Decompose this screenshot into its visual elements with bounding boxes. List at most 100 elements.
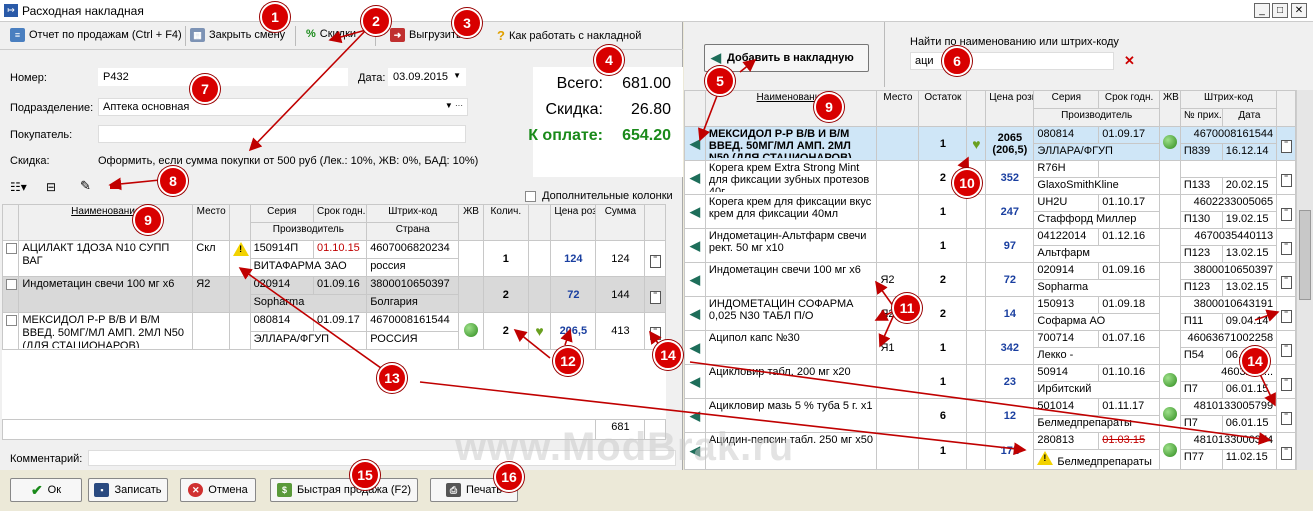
item-qty[interactable]: 2 [482, 276, 529, 313]
table-row[interactable]: ◀ МЕКСИДОЛ Р-Р В/В И В/М ВВЕД. 50МГ/МЛ АМ… [684, 126, 1296, 161]
place-column-header[interactable]: Место [876, 90, 920, 127]
sum-column-header[interactable]: Сумма [595, 204, 646, 241]
name-column-header[interactable]: Наименование [18, 204, 194, 241]
details-icon[interactable]: ≡ [1280, 173, 1292, 187]
add-arrow-icon[interactable]: ◀ [690, 170, 700, 186]
details-icon[interactable]: ≡ [1280, 343, 1292, 357]
callout-3: 3 [452, 8, 482, 38]
layout-icon[interactable]: ⊟ [46, 180, 56, 194]
extra-columns-checkbox[interactable] [525, 190, 536, 202]
table-row[interactable]: АЦИЛАКТ 1ДОЗА N10 СУПП ВАГ Скл ! 150914П… [1, 240, 666, 277]
table-row[interactable]: ◀ Ацикловир мазь 5 % туба 5 г. х1 6 12 50101… [684, 398, 1296, 433]
remove-icon[interactable] [110, 185, 119, 189]
table-row[interactable]: Индометацин свечи 100 мг х6 Я2 020914 01… [1, 276, 666, 313]
item-qty[interactable]: 1 [482, 240, 529, 277]
catalog-panel: ◀ Добавить в накладную Найти по наименов… [684, 22, 1313, 470]
column-chooser-icon[interactable]: ☷▾ [10, 180, 27, 194]
manufacturer-column-header[interactable]: Производитель [249, 222, 368, 241]
buyer-field[interactable] [98, 125, 466, 143]
name-column-header[interactable]: Наименование [704, 90, 878, 127]
zhv-column-header[interactable]: ЖВ [1158, 90, 1181, 127]
item-place: Я2 [876, 262, 920, 297]
extra-columns-toggle[interactable]: Дополнительные колонки [525, 190, 673, 202]
table-row[interactable]: ◀ Корега крем Extra Strong Mint для фикса… [684, 160, 1296, 195]
row-checkbox[interactable] [6, 242, 17, 254]
barcode-column-header[interactable]: Штрих-код [366, 204, 460, 223]
maximize-button[interactable]: □ [1272, 3, 1288, 18]
cancel-icon: ✕ [188, 483, 204, 497]
quick-sale-button[interactable]: $ Быстрая продажа (F2) [270, 478, 418, 502]
details-icon[interactable]: ≡ [1280, 241, 1292, 255]
export-button[interactable]: ➜ Выгрузить [390, 28, 462, 42]
save-button[interactable]: ▪ Записать [88, 478, 168, 502]
barcode-column-header[interactable]: Штрих-код [1179, 90, 1278, 109]
close-window-button[interactable]: ✕ [1291, 3, 1307, 18]
details-icon[interactable]: ≡ [649, 254, 661, 268]
add-arrow-icon[interactable]: ◀ [690, 374, 700, 390]
discounts-button[interactable]: % Скидки [306, 28, 356, 40]
details-icon[interactable]: ≡ [1280, 377, 1292, 391]
series-column-header[interactable]: Серия [249, 204, 314, 223]
table-row[interactable]: ◀ Индометацин свечи 100 мг х6 Я2 2 72 020914 0… [684, 262, 1296, 297]
add-arrow-icon[interactable]: ◀ [690, 306, 700, 322]
stock-column-header[interactable]: Остаток [918, 90, 968, 127]
vertical-scrollbar[interactable] [1296, 90, 1313, 470]
chevron-down-icon[interactable]: ▼ ··· [445, 101, 463, 110]
sales-report-button[interactable]: ≡ Отчет по продажам (Ctrl + F4) [10, 28, 182, 42]
chevron-down-icon[interactable]: ▼ [453, 71, 461, 80]
number-field[interactable]: Р432 [98, 68, 348, 86]
add-arrow-icon[interactable]: ◀ [690, 340, 700, 356]
add-arrow-icon[interactable]: ◀ [690, 136, 700, 152]
item-price: 72 [985, 262, 1035, 297]
search-input[interactable]: аци [910, 52, 1114, 70]
details-icon[interactable]: ≡ [649, 290, 661, 304]
details-icon[interactable]: ≡ [1280, 275, 1292, 289]
table-row[interactable]: ◀ ИНДОМЕТАЦИН СОФАРМА 0,025 N30 ТАБЛ П/О Я… [684, 296, 1296, 331]
country-column-header[interactable]: Страна [366, 222, 460, 241]
table-row[interactable]: ◀ Аципол капс №30 Я1 1 342 700714 01.07.16 4606… [684, 330, 1296, 365]
expiry-column-header[interactable]: Срок годн. [1098, 90, 1160, 109]
item-place [876, 228, 920, 263]
manufacturer-column-header[interactable]: Производитель [1033, 108, 1160, 127]
ok-button[interactable]: ✔ Ок [10, 478, 82, 502]
details-icon[interactable]: ≡ [1280, 207, 1292, 221]
clear-search-icon[interactable]: ✕ [1124, 53, 1135, 69]
details-icon[interactable]: ≡ [1280, 139, 1292, 153]
item-price: 206,5 [550, 312, 597, 350]
details-icon[interactable]: ≡ [649, 326, 661, 340]
date-field[interactable]: 03.09.2015 ▼ [388, 68, 466, 86]
help-button[interactable]: ? Как работать с накладной [497, 28, 641, 43]
table-row[interactable]: МЕКСИДОЛ Р-Р В/В И В/М ВВЕД. 50МГ/МЛ АМП… [1, 312, 666, 350]
division-select[interactable]: Аптека основная ▼ ··· [98, 98, 468, 116]
add-arrow-icon[interactable]: ◀ [690, 238, 700, 254]
date-column-header[interactable]: Дата [1221, 108, 1278, 127]
zhv-column-header[interactable]: ЖВ [458, 204, 484, 241]
price-column-header[interactable]: Цена розн. [985, 90, 1035, 127]
add-arrow-icon[interactable]: ◀ [690, 408, 700, 424]
table-row[interactable]: ◀ Ацикловир табл. 200 мг х20 1 23 50914 01.10… [684, 364, 1296, 399]
item-series: 501014 [1033, 398, 1100, 416]
table-row[interactable]: ◀ Корега крем для фиксации вкус крем для … [684, 194, 1296, 229]
row-checkbox[interactable] [6, 314, 17, 326]
details-icon[interactable]: ≡ [1280, 446, 1292, 460]
price-column-header[interactable]: Цена розн. [550, 204, 597, 241]
add-to-invoice-button[interactable]: ◀ Добавить в накладную [704, 44, 869, 72]
add-arrow-icon[interactable]: ◀ [690, 272, 700, 288]
place-column-header[interactable]: Место [192, 204, 231, 241]
item-qty[interactable]: 2 [482, 312, 529, 350]
expiry-column-header[interactable]: Срок годн. [312, 204, 368, 223]
cancel-button[interactable]: ✕ Отмена [180, 478, 256, 502]
table-row[interactable]: ◀ Индометацин-Альтфарм свечи рект. 50 мг … [684, 228, 1296, 263]
item-series: 04122014 [1033, 228, 1100, 246]
edit-doc-icon[interactable]: ✎ [80, 178, 91, 194]
details-icon[interactable]: ≡ [1280, 411, 1292, 425]
series-column-header[interactable]: Серия [1033, 90, 1100, 109]
qty-column-header[interactable]: Колич. [482, 204, 529, 241]
income-no-column-header[interactable]: № прих. [1179, 108, 1223, 127]
row-checkbox[interactable] [6, 278, 17, 290]
details-icon[interactable]: ≡ [1280, 309, 1292, 323]
callout-14-right: 14 [1240, 346, 1270, 376]
minimize-button[interactable]: _ [1254, 3, 1270, 18]
scrollbar-thumb[interactable] [1299, 210, 1311, 300]
add-arrow-icon[interactable]: ◀ [690, 204, 700, 220]
